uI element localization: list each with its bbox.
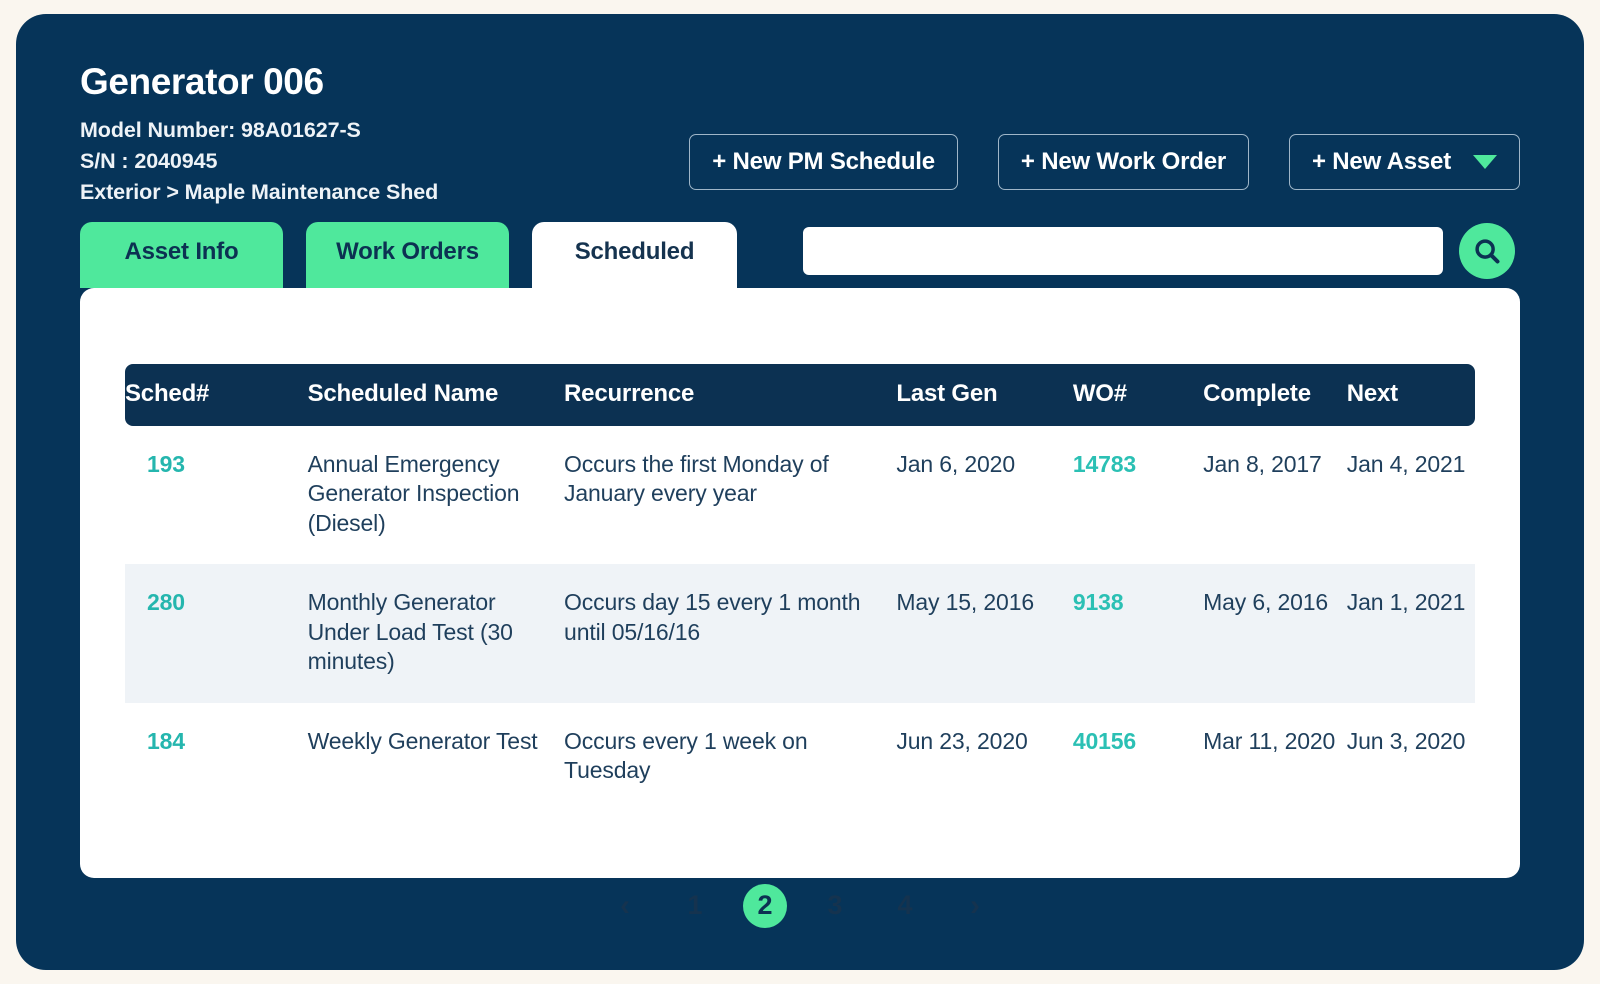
pagination: ‹ 1 2 3 4 › [125,884,1475,928]
pagination-page-1[interactable]: 1 [673,884,717,928]
scheduled-panel: Sched# Scheduled Name Recurrence Last Ge… [80,288,1520,878]
chevron-down-icon [1473,155,1497,169]
pagination-page-4[interactable]: 4 [883,884,927,928]
app-card: Generator 006 Model Number: 98A01627-S S… [16,14,1584,970]
column-header-last-gen[interactable]: Last Gen [896,364,1072,426]
next-cell: Jan 4, 2021 [1347,426,1475,564]
tab-asset-info[interactable]: Asset Info [80,222,283,288]
complete-cell: Jan 8, 2017 [1203,426,1347,564]
new-work-order-label: + New Work Order [1021,150,1226,174]
column-header-complete[interactable]: Complete [1203,364,1347,426]
work-order-link[interactable]: 14783 [1073,451,1136,477]
work-order-link[interactable]: 9138 [1073,589,1124,615]
recurrence-cell: Occurs the first Monday of January every… [564,426,896,564]
search-area [803,223,1515,279]
asset-header: Generator 006 Model Number: 98A01627-S S… [16,62,1584,222]
tab-work-orders-label: Work Orders [336,238,479,266]
table-row[interactable]: 193 Annual Emergency Generator Inspectio… [125,426,1475,564]
pagination-next-button[interactable]: › [953,884,997,928]
search-icon [1472,236,1502,266]
column-header-wo-no[interactable]: WO# [1073,364,1203,426]
column-header-sched-no[interactable]: Sched# [125,364,308,426]
table-row[interactable]: 280 Monthly Generator Under Load Test (3… [125,564,1475,702]
tab-asset-info-label: Asset Info [124,238,238,266]
complete-cell: Mar 11, 2020 [1203,703,1347,812]
scheduled-table: Sched# Scheduled Name Recurrence Last Ge… [125,364,1475,812]
scheduled-name-cell: Weekly Generator Test [308,703,564,812]
new-asset-label: + New Asset [1312,150,1451,174]
tab-scheduled[interactable]: Scheduled [532,222,737,288]
sched-id-link[interactable]: 184 [147,728,185,754]
table-header: Sched# Scheduled Name Recurrence Last Ge… [125,364,1475,426]
column-header-recurrence[interactable]: Recurrence [564,364,896,426]
tab-work-orders[interactable]: Work Orders [306,222,509,288]
recurrence-cell: Occurs day 15 every 1 month until 05/16/… [564,564,896,702]
complete-cell: May 6, 2016 [1203,564,1347,702]
pagination-page-2[interactable]: 2 [743,884,787,928]
table-body: 193 Annual Emergency Generator Inspectio… [125,426,1475,812]
page-title: Generator 006 [80,62,1520,103]
new-pm-schedule-label: + New PM Schedule [712,150,935,174]
last-gen-cell: Jun 23, 2020 [896,703,1072,812]
sched-id-link[interactable]: 193 [147,451,185,477]
work-order-link[interactable]: 40156 [1073,728,1136,754]
last-gen-cell: May 15, 2016 [896,564,1072,702]
table-header-row: Sched# Scheduled Name Recurrence Last Ge… [125,364,1475,426]
column-header-next[interactable]: Next [1347,364,1475,426]
search-button[interactable] [1459,223,1515,279]
last-gen-cell: Jan 6, 2020 [896,426,1072,564]
next-cell: Jan 1, 2021 [1347,564,1475,702]
page-root: Generator 006 Model Number: 98A01627-S S… [0,0,1600,984]
sched-id-link[interactable]: 280 [147,589,185,615]
column-header-name[interactable]: Scheduled Name [308,364,564,426]
new-asset-button[interactable]: + New Asset [1289,134,1520,190]
new-pm-schedule-button[interactable]: + New PM Schedule [689,134,958,190]
scheduled-name-cell: Monthly Generator Under Load Test (30 mi… [308,564,564,702]
table-row[interactable]: 184 Weekly Generator Test Occurs every 1… [125,703,1475,812]
scheduled-name-cell: Annual Emergency Generator Inspection (D… [308,426,564,564]
tab-scheduled-label: Scheduled [575,238,695,266]
next-cell: Jun 3, 2020 [1347,703,1475,812]
pagination-prev-button[interactable]: ‹ [603,884,647,928]
search-input[interactable] [803,227,1443,275]
recurrence-cell: Occurs every 1 week on Tuesday [564,703,896,812]
pagination-page-3[interactable]: 3 [813,884,857,928]
header-actions: + New PM Schedule + New Work Order + New… [689,134,1520,190]
tab-bar: Asset Info Work Orders Scheduled [16,222,1584,288]
new-work-order-button[interactable]: + New Work Order [998,134,1249,190]
